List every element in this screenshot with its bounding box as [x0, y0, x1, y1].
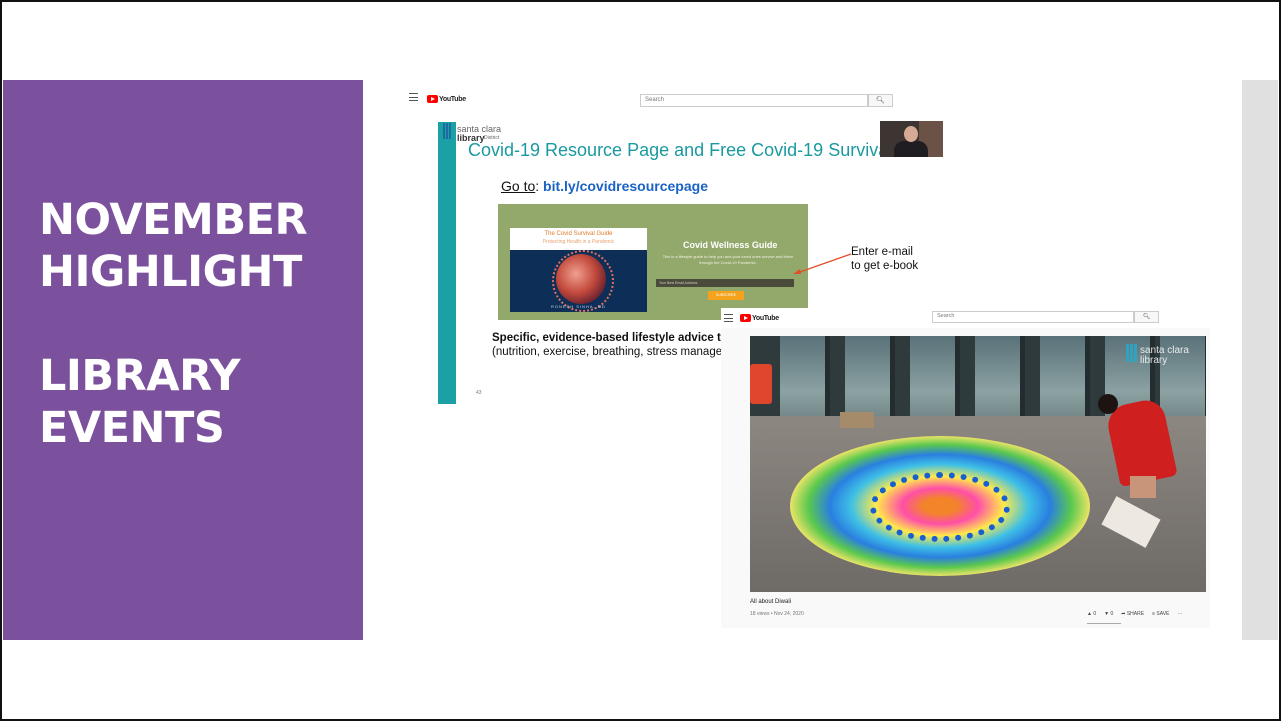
heading-highlight: HIGHLIGHT — [39, 247, 302, 297]
search-button[interactable]: 🔍︎ — [1134, 311, 1159, 323]
watermark-line1: santa clara — [1140, 344, 1189, 356]
heading-events: EVENTS — [39, 403, 225, 453]
dislike-button[interactable]: ▼ 0 — [1104, 611, 1113, 617]
youtube-logo[interactable]: YouTube — [427, 95, 466, 103]
book-cover: The Covid Survival Guide Protecting Heal… — [510, 228, 647, 312]
youtube-logo[interactable]: YouTube — [740, 314, 779, 322]
virus-illustration — [552, 250, 614, 312]
book-title: The Covid Survival Guide — [544, 231, 613, 237]
goto-line: Go to: bit.ly/covidresourcepage — [501, 178, 708, 194]
annotation-line1: Enter e-mail — [851, 246, 913, 258]
book-author: RONESH SINHA, MD — [551, 304, 606, 309]
guide-description: This is a lifestyle guide to help you an… — [662, 254, 794, 265]
like-button[interactable]: ▲ 0 — [1087, 611, 1096, 617]
diwali-video-screenshot: YouTube Search 🔍︎ santa clara library Al… — [721, 308, 1210, 628]
dislike-count: 0 — [1110, 611, 1114, 617]
like-count: 0 — [1093, 611, 1097, 617]
rangoli-artwork — [790, 436, 1090, 576]
youtube-play-icon — [740, 314, 751, 322]
menu-icon[interactable] — [409, 93, 418, 101]
video-artist — [1094, 388, 1178, 500]
book-subtitle: Protecting Health in a Pandemic — [542, 239, 615, 245]
presenter-webcam — [880, 121, 943, 157]
guide-title: Covid Wellness Guide — [683, 240, 778, 250]
goto-label: Go to — [501, 178, 536, 194]
search-input[interactable]: Search — [932, 311, 1134, 323]
save-button[interactable]: ≡ SAVE — [1152, 611, 1169, 617]
youtube-play-icon — [427, 95, 438, 103]
advice-detail: (nutrition, exercise, breathing, stress … — [492, 346, 723, 358]
video-player[interactable]: santa clara library — [750, 336, 1206, 592]
youtube-header: YouTube Search 🔍︎ — [406, 88, 946, 110]
like-ratio-bar — [1087, 623, 1121, 624]
email-field[interactable]: Your Best Email Address — [656, 279, 794, 287]
video-chair — [750, 364, 772, 404]
search-input[interactable]: Search — [640, 94, 868, 107]
youtube-wordmark: YouTube — [752, 314, 779, 322]
heading-library: LIBRARY — [39, 351, 240, 401]
slide-page-number: 43 — [476, 390, 482, 396]
subscribe-button[interactable]: SUBSCRIBE — [708, 291, 744, 300]
save-label: SAVE — [1156, 611, 1170, 617]
watermark-line2: library — [1140, 354, 1168, 366]
ebook-signup-panel: The Covid Survival Guide Protecting Heal… — [498, 204, 808, 320]
share-icon: ➦ — [1121, 611, 1126, 617]
share-button[interactable]: ➦ SHARE — [1121, 611, 1144, 617]
annotation-arrow-icon — [793, 253, 852, 274]
slide-accent-strip — [438, 122, 456, 404]
video-actions: ▲ 0 ▼ 0 ➦ SHARE ≡ SAVE ··· — [1087, 611, 1182, 624]
search-icon: 🔍︎ — [1142, 314, 1151, 320]
youtube-wordmark: YouTube — [439, 95, 466, 103]
right-accent-bar — [1242, 80, 1278, 640]
menu-icon[interactable] — [724, 314, 733, 322]
advice-heading: Specific, evidence-based lifestyle advic… — [492, 332, 728, 344]
youtube-header: YouTube Search 🔍︎ — [721, 308, 1210, 328]
video-title: All about Diwali — [750, 599, 792, 605]
covid-slide-title: Covid-19 Resource Page and Free Covid-19… — [468, 140, 893, 160]
search-button[interactable]: 🔍︎ — [868, 94, 893, 107]
annotation-line2: to get e-book — [851, 260, 919, 272]
video-supplies — [840, 412, 874, 428]
share-label: SHARE — [1126, 611, 1145, 617]
annotation-text: Enter e-mail to get e-book — [851, 245, 918, 273]
save-icon: ≡ — [1152, 611, 1155, 617]
thumbs-down-icon: ▼ — [1104, 611, 1110, 617]
video-watermark: santa clara library — [1126, 344, 1189, 367]
resource-link[interactable]: bit.ly/covidresourcepage — [543, 178, 708, 194]
more-button[interactable]: ··· — [1177, 611, 1182, 617]
search-icon: 🔍︎ — [876, 97, 885, 104]
heading-november: NOVEMBER — [39, 195, 308, 245]
thumbs-up-icon: ▲ — [1087, 611, 1092, 617]
video-meta: 18 views • Nov 24, 2020 — [750, 611, 804, 617]
title-panel: NOVEMBER HIGHLIGHT LIBRARY EVENTS — [3, 80, 363, 640]
